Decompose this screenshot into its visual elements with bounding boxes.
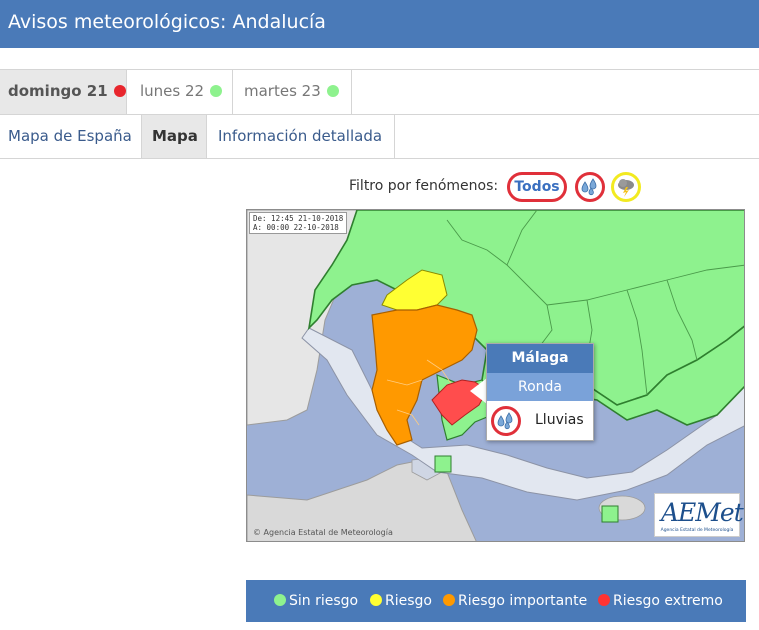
warning-level-green-dot [210,85,223,97]
filter-label: Filtro por fenómenos: [349,178,499,194]
legend-label: Riesgo extremo [613,593,723,609]
risk-legend: Sin riesgo Riesgo Riesgo importante Ries… [246,580,746,622]
tab-day-martes[interactable]: martes 23 [233,70,352,114]
tab-day-lunes[interactable]: lunes 22 [127,70,233,114]
tab-mapa[interactable]: Mapa [142,115,207,158]
legend-riesgo: Riesgo [370,593,432,609]
page-header: Avisos meteorológicos: Andalucía [0,0,759,48]
aemet-logo: AEMet Agencia Estatal de Meteorología [654,493,744,537]
warning-level-green-dot [326,85,339,97]
aemet-logo-text: AEMet [661,498,744,527]
view-tab-label: Mapa de España [8,127,132,145]
popup-phenomenon-label: Lluvias [535,412,584,428]
rain-icon [581,178,597,196]
rain-icon [497,412,513,430]
day-tab-label: martes 23 [244,82,321,100]
view-tab-label: Mapa [152,127,198,145]
copyright-icon: © [253,528,261,537]
day-tab-label: domingo 21 [8,82,108,100]
legend-riesgo-importante: Riesgo importante [443,593,587,609]
tab-day-domingo[interactable]: domingo 21 [0,70,127,114]
popup-province: Málaga [487,344,593,373]
aemet-logo-subtitle: Agencia Estatal de Meteorología [660,528,734,533]
page-title: Avisos meteorológicos: Andalucía [8,11,326,33]
filter-storm-button[interactable] [611,172,641,202]
legend-green-dot [274,594,286,606]
legend-label: Riesgo importante [458,593,588,609]
legend-sin-riesgo: Sin riesgo [274,593,358,609]
day-tab-label: lunes 22 [140,82,205,100]
validity-from: De: 12:45 21-10-2018 [253,214,344,223]
filter-rain-button[interactable] [575,172,605,202]
map-validity-dates: De: 12:45 21-10-2018 A: 00:00 22-10-2018 [249,212,348,234]
map-credit: © Agencia Estatal de Meteorología [253,528,393,537]
popup-zone: Ronda [487,373,593,401]
legend-riesgo-extremo: Riesgo extremo [598,593,723,609]
tab-informacion-detallada[interactable]: Información detallada [207,115,395,158]
thunderstorm-icon [618,179,634,197]
day-tabs: domingo 21 lunes 22 martes 23 [0,69,759,115]
view-tabs: Mapa de España Mapa Información detallad… [0,115,759,159]
zone-popup: Málaga Ronda Lluvias [486,343,594,441]
legend-label: Sin riesgo [289,593,359,609]
popup-phenomenon-row: Lluvias [487,401,593,442]
filter-all-button[interactable]: Todos [507,172,567,202]
popup-phenomenon-icon [491,406,521,436]
view-tab-label: Información detallada [218,127,383,145]
legend-yellow-dot [370,594,382,606]
map-credit-text: Agencia Estatal de Meteorología [263,528,393,537]
tab-mapa-espana[interactable]: Mapa de España [0,115,142,158]
popup-pointer [470,378,487,404]
legend-label: Riesgo [385,593,432,609]
legend-orange-dot [443,594,455,606]
warning-level-red-dot [113,85,126,97]
legend-red-dot [598,594,610,606]
validity-to: A: 00:00 22-10-2018 [253,223,339,232]
